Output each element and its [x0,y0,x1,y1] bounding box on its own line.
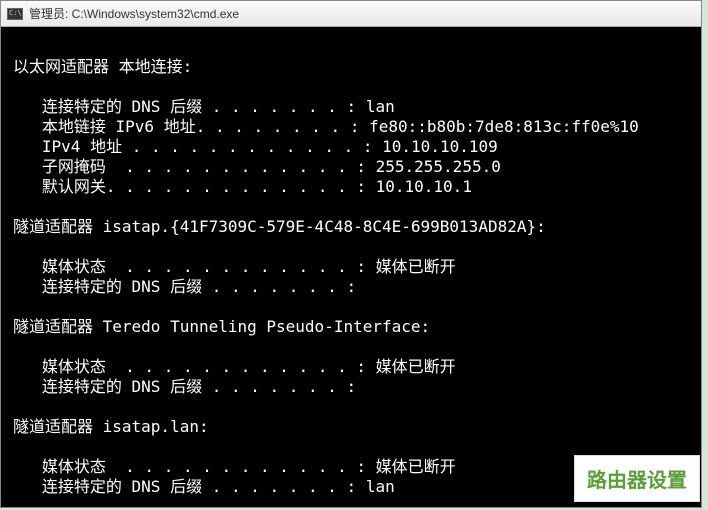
line-4: 本地链接 IPv6 地址. . . . . . . . : fe80::b80b… [13,117,639,136]
line-19: 隧道适配器 isatap.lan: [13,417,209,436]
line-22: 连接特定的 DNS 后缀 . . . . . . . : lan [13,477,395,496]
window-title: 管理员: C:\Windows\system32\cmd.exe [29,5,239,22]
cmd-icon: C:\ [7,8,23,20]
line-1: 以太网适配器 本地连接: [13,57,192,76]
watermark-badge: 路由器设置 [574,455,700,502]
line-7: 默认网关. . . . . . . . . . . . . : 10.10.10… [13,177,472,196]
line-17: 连接特定的 DNS 后缀 . . . . . . . : [13,377,356,396]
line-9: 隧道适配器 isatap.{41F7309C-579E-4C48-8C4E-69… [13,217,546,236]
line-6: 子网掩码 . . . . . . . . . . . . : 255.255.2… [13,157,501,176]
line-11: 媒体状态 . . . . . . . . . . . . : 媒体已断开 [13,257,456,276]
line-14: 隧道适配器 Teredo Tunneling Pseudo-Interface: [13,317,430,336]
line-3: 连接特定的 DNS 后缀 . . . . . . . : lan [13,97,395,116]
line-16: 媒体状态 . . . . . . . . . . . . : 媒体已断开 [13,357,456,376]
cmd-window: C:\ 管理员: C:\Windows\system32\cmd.exe 以太网… [0,0,702,508]
line-12: 连接特定的 DNS 后缀 . . . . . . . : [13,277,356,296]
line-5: IPv4 地址 . . . . . . . . . . . . : 10.10.… [13,137,498,156]
terminal-output[interactable]: 以太网适配器 本地连接: 连接特定的 DNS 后缀 . . . . . . . … [1,27,701,507]
titlebar[interactable]: C:\ 管理员: C:\Windows\system32\cmd.exe [1,1,701,27]
line-21: 媒体状态 . . . . . . . . . . . . : 媒体已断开 [13,457,456,476]
